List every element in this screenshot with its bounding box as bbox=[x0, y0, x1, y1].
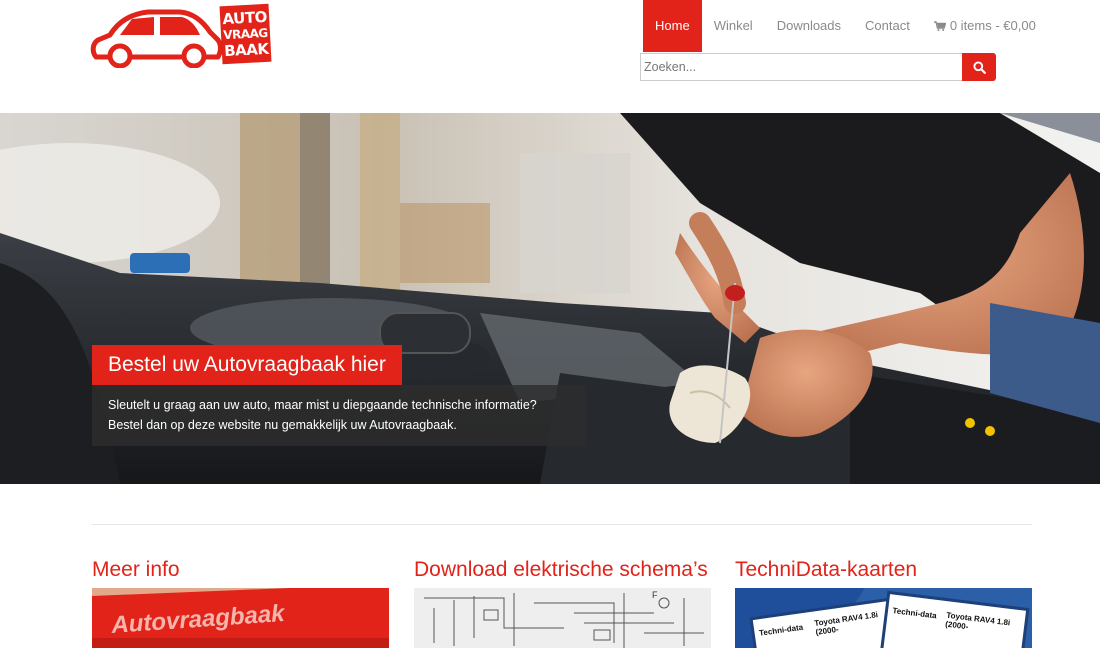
technidata-cards-image: Techni-data Toyota RAV4 1.8i (2000- Tech… bbox=[735, 588, 1032, 648]
site-header: AUTO VRAAG BAAK Home Winkel Downloads Co… bbox=[0, 0, 1100, 113]
cart-summary: 0 items - €0,00 bbox=[949, 18, 1036, 33]
hero-description: Sleutelt u graag aan uw auto, maar mist … bbox=[92, 385, 586, 446]
thumbnail-wiring-diagram[interactable]: F bbox=[414, 588, 711, 648]
thumbnail-technidata-cards[interactable]: Techni-data Toyota RAV4 1.8i (2000- Tech… bbox=[735, 588, 1032, 648]
search-form bbox=[640, 53, 996, 81]
column-download-schemas: Download elektrische schema’s F bbox=[414, 556, 711, 648]
column-title-download-schemas[interactable]: Download elektrische schema’s bbox=[414, 556, 711, 584]
nav-item-downloads[interactable]: Downloads bbox=[765, 0, 853, 52]
nav-item-winkel[interactable]: Winkel bbox=[702, 0, 765, 52]
nav-item-contact[interactable]: Contact bbox=[853, 0, 922, 52]
search-icon bbox=[972, 60, 986, 74]
column-title-meer-info[interactable]: Meer info bbox=[92, 556, 389, 584]
site-logo[interactable]: AUTO VRAAG BAAK bbox=[90, 2, 275, 68]
wiring-diagram-image: F bbox=[414, 588, 711, 648]
cart-icon bbox=[933, 21, 946, 31]
logo-badge: AUTO VRAAG BAAK bbox=[219, 3, 272, 65]
main-nav: Home Winkel Downloads Contact 0 items - … bbox=[643, 0, 1048, 52]
logo-text-baak: BAAK bbox=[223, 39, 269, 61]
car-icon bbox=[90, 9, 222, 68]
column-meer-info: Meer info Autovraagbaak bbox=[92, 556, 389, 648]
search-input[interactable] bbox=[640, 53, 962, 81]
nav-item-cart[interactable]: 0 items - €0,00 bbox=[922, 0, 1048, 52]
column-technidata: TechniData-kaarten Techni-data Toyota RA… bbox=[735, 556, 1032, 648]
column-title-technidata[interactable]: TechniData-kaarten bbox=[735, 556, 1032, 584]
content-divider bbox=[92, 524, 1032, 525]
nav-item-home[interactable]: Home bbox=[643, 0, 702, 52]
autovraagbaak-book-image: Autovraagbaak bbox=[92, 588, 389, 648]
hero-banner: Bestel uw Autovraagbaak hier Sleutelt u … bbox=[0, 113, 1100, 484]
svg-text:F: F bbox=[652, 590, 658, 600]
thumbnail-autovraagbaak[interactable]: Autovraagbaak bbox=[92, 588, 389, 648]
hero-title: Bestel uw Autovraagbaak hier bbox=[92, 345, 402, 385]
search-button[interactable] bbox=[962, 53, 996, 81]
